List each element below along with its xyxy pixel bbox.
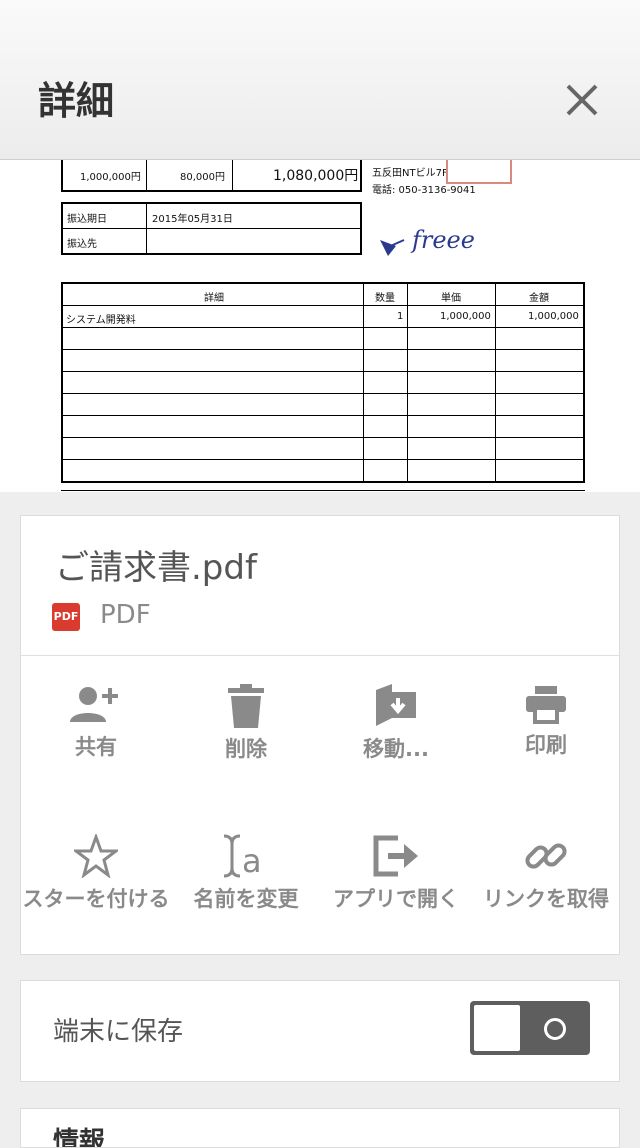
amount-subtotal: 1,000,000円: [80, 172, 141, 183]
trash-icon: [228, 684, 264, 728]
table-header-unit: 単価: [441, 293, 461, 304]
table-cell-qty: 1: [397, 311, 404, 322]
info-heading: 情報: [53, 1127, 106, 1148]
delete-label: 削除: [225, 737, 267, 761]
divider: [21, 655, 619, 656]
top-bar: 詳細: [0, 0, 640, 160]
bank-label: 振込先: [67, 239, 97, 250]
save-offline-label: 端末に保存: [53, 1017, 184, 1047]
svg-text:freee: freee: [410, 226, 475, 254]
due-date-value: 2015年05月31日: [152, 214, 233, 225]
get-link-label: リンクを取得: [483, 887, 609, 911]
table-cell-item: システム開発料: [66, 315, 136, 326]
open-with-button[interactable]: アプリで開く: [321, 834, 471, 913]
move-folder-icon: [376, 684, 416, 726]
due-date-label: 振込期日: [67, 214, 107, 225]
share-button[interactable]: 共有: [21, 684, 171, 761]
svg-text:a: a: [242, 842, 262, 878]
get-link-button[interactable]: リンクを取得: [471, 834, 621, 913]
table-cell-unit: 1,000,000: [440, 311, 491, 322]
close-button[interactable]: [560, 78, 604, 122]
page-title: 詳細: [38, 79, 115, 123]
delete-button[interactable]: 削除: [171, 684, 321, 763]
company-seal: [446, 160, 512, 184]
rename-icon: a: [223, 834, 262, 878]
document-preview[interactable]: 1,000,000円 80,000円 1,080,000円 五反田NTビル7F …: [0, 160, 640, 492]
close-icon: [566, 84, 598, 116]
file-type: PDF: [100, 600, 151, 630]
star-label: スターを付ける: [22, 887, 170, 911]
move-button[interactable]: 移動...: [321, 684, 471, 763]
amount-tax: 80,000円: [180, 172, 225, 183]
rename-label: 名前を変更: [193, 887, 299, 911]
details-table: [61, 282, 585, 483]
freee-logo: freee: [380, 226, 475, 256]
company-address: 五反田NTビル7F: [372, 168, 448, 179]
share-label: 共有: [75, 735, 117, 759]
file-card: ご請求書.pdf PDF PDF 共有 削除 移動... 印刷 スターを付ける …: [20, 515, 620, 955]
table-cell-amount: 1,000,000: [528, 311, 579, 322]
file-name: ご請求書.pdf: [55, 548, 257, 588]
info-card: 情報: [20, 1108, 620, 1148]
open-with-label: アプリで開く: [333, 887, 459, 911]
table-header-qty: 数量: [375, 293, 395, 304]
rename-button[interactable]: a 名前を変更: [171, 834, 321, 913]
save-offline-toggle[interactable]: [470, 1001, 590, 1055]
table-header-amount: 金額: [529, 293, 549, 304]
printer-icon: [526, 686, 566, 724]
add-person-icon: [70, 687, 118, 722]
link-icon: [525, 843, 567, 869]
open-with-icon: [373, 835, 418, 877]
amount-total: 1,080,000円: [273, 168, 359, 184]
offline-card: 端末に保存: [20, 980, 620, 1082]
star-icon: [74, 834, 118, 878]
print-button[interactable]: 印刷: [471, 684, 621, 759]
star-button[interactable]: スターを付ける: [21, 834, 171, 913]
move-label: 移動...: [363, 737, 429, 761]
pdf-file-icon: PDF: [52, 603, 80, 631]
print-label: 印刷: [525, 733, 567, 757]
toggle-off-indicator: [544, 1018, 566, 1040]
table-header-detail: 詳細: [204, 293, 224, 304]
toggle-knob: [474, 1005, 520, 1051]
